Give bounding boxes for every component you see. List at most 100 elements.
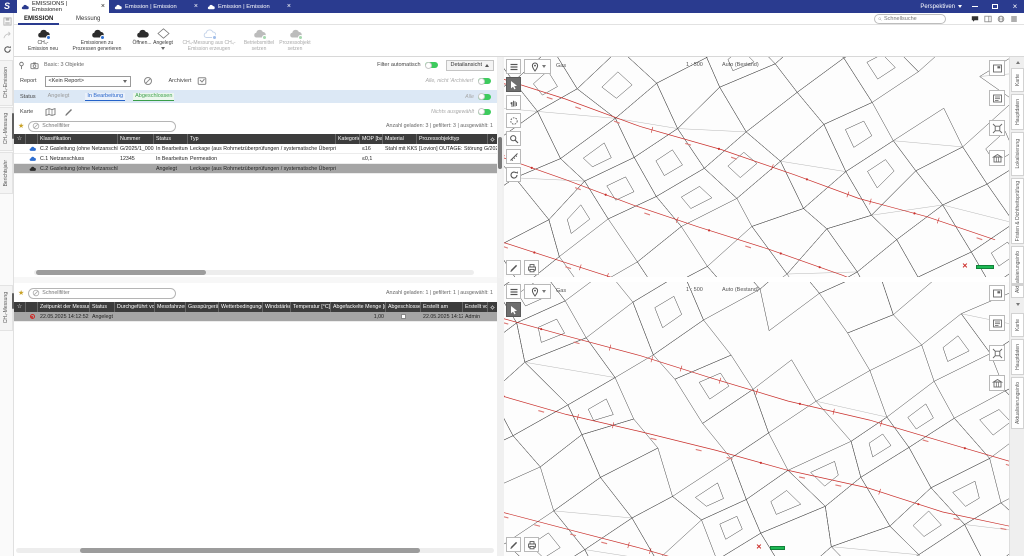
map-tool-rotate[interactable]	[506, 167, 521, 182]
favorite-icon[interactable]: ★	[18, 122, 24, 130]
filter-search-input[interactable]	[42, 123, 172, 129]
maximize-button[interactable]	[986, 0, 1004, 13]
betriebsmittel-setzen-button[interactable]: Betriebsmittel setzen	[240, 26, 278, 56]
right-tab-hauptdaten-top[interactable]: Hauptdaten	[1011, 94, 1024, 130]
col-wetterbedingungen[interactable]: Wetterbedingungen	[219, 302, 263, 312]
globe-icon[interactable]	[997, 15, 1005, 23]
tab-messung[interactable]: Messung	[70, 13, 106, 25]
scrollbar-thumb[interactable]	[498, 137, 502, 169]
detailansicht-button[interactable]: Detailansicht	[446, 60, 495, 71]
col-mop[interactable]: MOP [bar]	[360, 134, 383, 144]
map-mode-label[interactable]: Auto (Bestand)	[722, 62, 759, 68]
map-tool-zoom[interactable]	[506, 131, 521, 146]
measure-hscrollbar[interactable]	[16, 548, 494, 553]
status-chip-angelegt[interactable]: Angelegt	[46, 93, 72, 100]
prozessobjekt-setzen-button[interactable]: Prozessobjekt setzen	[276, 26, 314, 56]
map-position-button[interactable]	[524, 59, 551, 74]
tab-emission[interactable]: EMISSION	[18, 13, 59, 25]
minimize-button[interactable]	[966, 0, 984, 13]
right-tab-hauptdaten-bottom[interactable]: Hauptdaten	[1011, 339, 1024, 375]
map-menu-button[interactable]	[506, 59, 521, 74]
save-icon[interactable]	[3, 17, 12, 26]
map-extent-button[interactable]	[989, 345, 1005, 361]
status-toggle[interactable]	[478, 94, 491, 100]
camera-icon[interactable]	[30, 61, 39, 70]
col-material[interactable]: Material	[383, 134, 417, 144]
pencil-icon[interactable]	[64, 107, 74, 117]
map-overview-button[interactable]	[989, 285, 1005, 301]
share-icon[interactable]	[3, 31, 12, 40]
report-select[interactable]: <Kein Report>	[45, 76, 131, 87]
window-layout-icon[interactable]	[984, 15, 992, 23]
favorite-icon[interactable]: ★	[18, 289, 24, 297]
col-status[interactable]: Status	[154, 134, 188, 144]
doc-tab-emission-1[interactable]: Emission | Emission ×	[110, 0, 202, 13]
col-abgefackelte-menge[interactable]: Abgefackelte Menge [m³]	[331, 302, 386, 312]
pin-icon[interactable]	[17, 61, 26, 70]
col-windstaerke[interactable]: Windstärke	[263, 302, 291, 312]
right-tab-fristen[interactable]: Fristen & Dichtheitsprüfung	[1011, 178, 1024, 244]
filter-search[interactable]	[28, 288, 176, 299]
status-chip-abgeschlossen[interactable]: Abgeschlossen	[133, 93, 174, 101]
tabs-scroll-up-button[interactable]	[1011, 58, 1024, 67]
table-settings[interactable]	[488, 302, 497, 312]
archiviert-filter-icon[interactable]	[197, 76, 207, 86]
col-erstellt-von[interactable]: Erstellt vo	[463, 302, 488, 312]
abgeschlossen-checkbox[interactable]	[401, 314, 406, 319]
right-tab-karte-top[interactable]: Karte	[1011, 68, 1024, 92]
col-temperatur[interactable]: Temperatur [°C]	[291, 302, 331, 312]
close-button[interactable]: ×	[1006, 0, 1024, 13]
map-building-button[interactable]	[989, 150, 1005, 166]
map-legend-button[interactable]	[989, 90, 1005, 106]
perspektiven-menu[interactable]: Perspektiven	[920, 0, 962, 13]
quick-search-input[interactable]	[884, 16, 942, 22]
close-icon[interactable]: ×	[287, 3, 291, 10]
map-redline-button[interactable]	[506, 260, 521, 275]
right-tab-aktualisierungsinfo-top[interactable]: Aktualisierungsinfo	[1011, 246, 1024, 298]
map-tool-pointer[interactable]	[506, 77, 521, 92]
map-tool-pan[interactable]	[506, 95, 521, 110]
map-redline-button[interactable]	[506, 537, 521, 552]
map-menu-button[interactable]	[506, 284, 521, 299]
map-viewport-top[interactable]: Gas 1 : 500 Auto (Bestand)	[504, 57, 1009, 279]
map-position-button[interactable]	[524, 284, 551, 299]
clear-report-icon[interactable]	[143, 76, 153, 86]
clear-filter-icon[interactable]	[32, 122, 40, 130]
col-messfahrzeug[interactable]: Messfahrzeug	[155, 302, 186, 312]
map-overview-button[interactable]	[989, 60, 1005, 76]
col-abgeschlossen[interactable]: Abgeschlossen	[386, 302, 421, 312]
col-gasspuergeraet[interactable]: Gasspürgerät	[186, 302, 219, 312]
map-building-button[interactable]	[989, 375, 1005, 391]
map-legend-button[interactable]	[989, 315, 1005, 331]
col-klassifikation[interactable]: Klassifikation	[38, 134, 118, 144]
col-durchgefuehrt-von[interactable]: Durchgeführt von	[115, 302, 155, 312]
map-extent-button[interactable]	[989, 120, 1005, 136]
refresh-icon[interactable]	[3, 45, 12, 54]
right-tab-aktualisierungsinfo-bottom[interactable]: Aktualisierungsinfo	[1011, 377, 1024, 429]
archiviert-toggle[interactable]	[478, 78, 491, 84]
map-print-button[interactable]	[524, 537, 539, 552]
clear-filter-icon[interactable]	[32, 289, 40, 297]
map-icon[interactable]	[45, 107, 56, 117]
right-tab-karte-bottom[interactable]: Karte	[1011, 313, 1024, 337]
panel-splitter[interactable]	[497, 57, 504, 556]
scrollbar-thumb[interactable]	[36, 270, 206, 275]
feedback-icon[interactable]	[971, 15, 979, 23]
table-row-selected[interactable]: C.2 Gasleitung (ohne Netzanschluss) Ange…	[14, 164, 497, 174]
sidebar-tab-berichtsjahr[interactable]: Berichtsjahr	[0, 152, 13, 194]
measure-row-selected[interactable]: 22.05.2025 14:12:52 Angelegt 1,00 22.05.…	[14, 312, 497, 322]
karte-toggle[interactable]	[478, 109, 491, 115]
scrollbar-thumb[interactable]	[80, 548, 420, 553]
angelegt-dropdown-button[interactable]: Angelegt	[148, 26, 178, 56]
status-chip-in-bearbeitung[interactable]: In Bearbeitung	[85, 93, 125, 101]
objects-vscrollbar[interactable]	[498, 57, 502, 278]
tabs-scroll-down-button[interactable]	[1011, 300, 1024, 309]
table-row[interactable]: C.2 Gasleitung (ohne Netzanschluss) G/20…	[14, 144, 497, 154]
star-column-icon[interactable]: ☆	[14, 134, 26, 144]
col-zeitpunkt[interactable]: Zeitpunkt der Messung	[38, 302, 90, 312]
map-mode-label[interactable]: Auto (Bestand)	[722, 287, 759, 293]
col-status[interactable]: Status	[90, 302, 115, 312]
filter-search-input[interactable]	[42, 290, 172, 296]
map-tool-pointer[interactable]	[506, 302, 521, 317]
sidebar-tab-ch4-emission[interactable]: CH₄-Emission	[0, 60, 13, 106]
